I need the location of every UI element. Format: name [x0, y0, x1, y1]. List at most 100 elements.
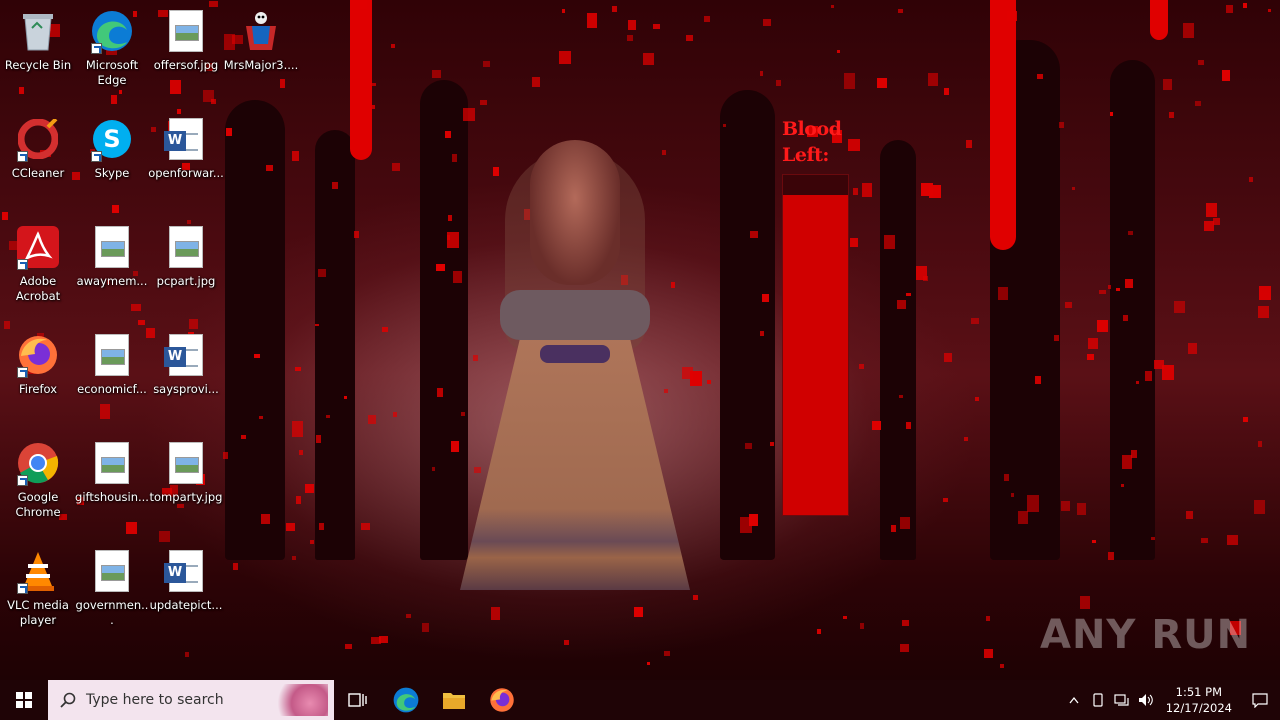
- blood-speck: [381, 327, 388, 332]
- desktop-icon-openforwar[interactable]: W openforwar...: [148, 118, 224, 181]
- desktop-icon-label: Recycle Bin: [4, 58, 72, 72]
- blood-speck: [971, 318, 979, 324]
- blood-speck: [817, 629, 821, 634]
- shortcut-arrow-icon: [17, 151, 28, 162]
- taskbar-edge-button[interactable]: [382, 680, 430, 720]
- blood-speck: [872, 421, 882, 430]
- chevron-up-icon: [1069, 696, 1079, 704]
- task-view-button[interactable]: [334, 680, 382, 720]
- blood-speck: [686, 35, 694, 42]
- tree-silhouette: [225, 100, 285, 560]
- blood-speck: [877, 77, 887, 89]
- blood-speck: [490, 607, 500, 620]
- word-file-icon: W: [164, 334, 207, 376]
- search-box[interactable]: Type here to search: [48, 680, 334, 720]
- taskbar-clock[interactable]: 1:51 PM 12/17/2024: [1158, 684, 1240, 716]
- blood-speck: [586, 13, 598, 29]
- blood-speck: [1072, 187, 1076, 191]
- start-button[interactable]: [0, 680, 48, 720]
- desktop-icon-skype[interactable]: S Skype: [74, 118, 150, 181]
- clock-date: 12/17/2024: [1165, 701, 1232, 715]
- tray-volume-button[interactable]: [1134, 680, 1158, 720]
- search-icon: [60, 692, 76, 708]
- blood-speck: [1259, 286, 1271, 300]
- blood-speck: [1122, 315, 1128, 322]
- desktop-icon-mrsmajor[interactable]: MrsMajor3....: [223, 10, 299, 73]
- system-tray: 1:51 PM 12/17/2024: [1062, 680, 1280, 720]
- blood-speck: [209, 0, 218, 8]
- desktop-icon-label: CCleaner: [11, 166, 65, 180]
- blood-speck: [884, 234, 895, 249]
- acrobat-icon: [17, 226, 59, 270]
- desktop-icon-offersof[interactable]: offersof.jpg: [148, 10, 224, 73]
- blood-speck: [368, 415, 376, 424]
- desktop-icon-pcpart[interactable]: pcpart.jpg: [148, 226, 224, 289]
- blood-speck: [314, 323, 319, 327]
- blood-speck: [1174, 301, 1185, 313]
- desktop-icon-vlc[interactable]: VLC media player: [0, 550, 76, 628]
- word-file-icon: W: [164, 118, 207, 160]
- taskbar-file-explorer-button[interactable]: [430, 680, 478, 720]
- search-highlight-image: [268, 684, 328, 716]
- blood-speck: [345, 643, 353, 650]
- blood-speck: [265, 164, 273, 172]
- blood-speck: [998, 287, 1008, 300]
- skype-icon: S: [91, 118, 133, 162]
- desktop-icon-ccleaner[interactable]: CCleaner: [0, 118, 76, 181]
- blood-speck: [361, 523, 371, 531]
- show-hidden-icons-button[interactable]: [1062, 680, 1086, 720]
- blood-speck: [831, 5, 835, 8]
- desktop-icon-recycle-bin[interactable]: Recycle Bin: [0, 10, 76, 73]
- shortcut-arrow-icon: [17, 259, 28, 270]
- doll-head: [530, 140, 620, 285]
- desktop-icon-label: saysprovi...: [153, 382, 219, 396]
- blood-speck: [1027, 495, 1039, 512]
- desktop-icon-adobe-acrobat[interactable]: Adobe Acrobat: [0, 226, 76, 304]
- blood-drip: [990, 0, 1016, 250]
- desktop-icon-giftshousin[interactable]: giftshousin...: [74, 442, 150, 505]
- blood-speck: [119, 89, 123, 94]
- blood-speck: [291, 420, 303, 437]
- blood-speck: [899, 517, 910, 530]
- desktop-icon-economicf[interactable]: economicf...: [74, 334, 150, 397]
- blood-speck: [319, 523, 325, 530]
- blood-speck: [1226, 535, 1239, 546]
- desktop[interactable]: Blood Left: Recycle Bin CCleaner Adobe A…: [0, 0, 1280, 680]
- desktop-icon-google-chrome[interactable]: Google Chrome: [0, 442, 76, 520]
- tray-network-button[interactable]: [1110, 680, 1134, 720]
- blood-speck: [899, 394, 903, 398]
- desktop-icon-awaymem[interactable]: awaymem...: [74, 226, 150, 289]
- desktop-icon-label: Firefox: [18, 382, 58, 396]
- blood-speck: [564, 640, 569, 646]
- blood-speck: [431, 70, 441, 78]
- blood-speck: [859, 364, 865, 369]
- taskbar-firefox-button[interactable]: [478, 680, 526, 720]
- blood-speck: [1222, 70, 1230, 81]
- desktop-icon-updatepict[interactable]: W updatepict...: [148, 550, 224, 613]
- tray-device-button[interactable]: [1086, 680, 1110, 720]
- doll-figure: [450, 140, 700, 590]
- blood-speck: [943, 497, 949, 502]
- blood-speck: [1151, 536, 1155, 541]
- desktop-icon-governmen[interactable]: governmen...: [74, 550, 150, 628]
- desktop-icon-microsoft-edge[interactable]: Microsoft Edge: [74, 10, 150, 88]
- desktop-icon-label: governmen...: [75, 598, 149, 627]
- tree-silhouette: [1110, 60, 1155, 560]
- blood-speck: [1125, 278, 1133, 288]
- blood-speck: [1197, 59, 1204, 65]
- doll-bow: [540, 345, 610, 363]
- blood-speck: [392, 162, 400, 172]
- action-center-button[interactable]: [1240, 680, 1280, 720]
- blood-speck: [1087, 338, 1098, 349]
- desktop-icon-label: Microsoft Edge: [85, 58, 139, 87]
- desktop-icon-tomparty[interactable]: tomparty.jpg: [148, 442, 224, 505]
- blood-speck: [561, 9, 565, 13]
- blood-speck: [1108, 551, 1115, 561]
- blood-speck: [354, 231, 360, 238]
- blood-speck: [436, 388, 444, 397]
- volume-icon: [1138, 694, 1153, 706]
- desktop-icon-firefox[interactable]: Firefox: [0, 334, 76, 397]
- desktop-icon-saysprovi[interactable]: W saysprovi...: [148, 334, 224, 397]
- desktop-icon-label: economicf...: [77, 382, 147, 396]
- blood-speck: [370, 636, 381, 645]
